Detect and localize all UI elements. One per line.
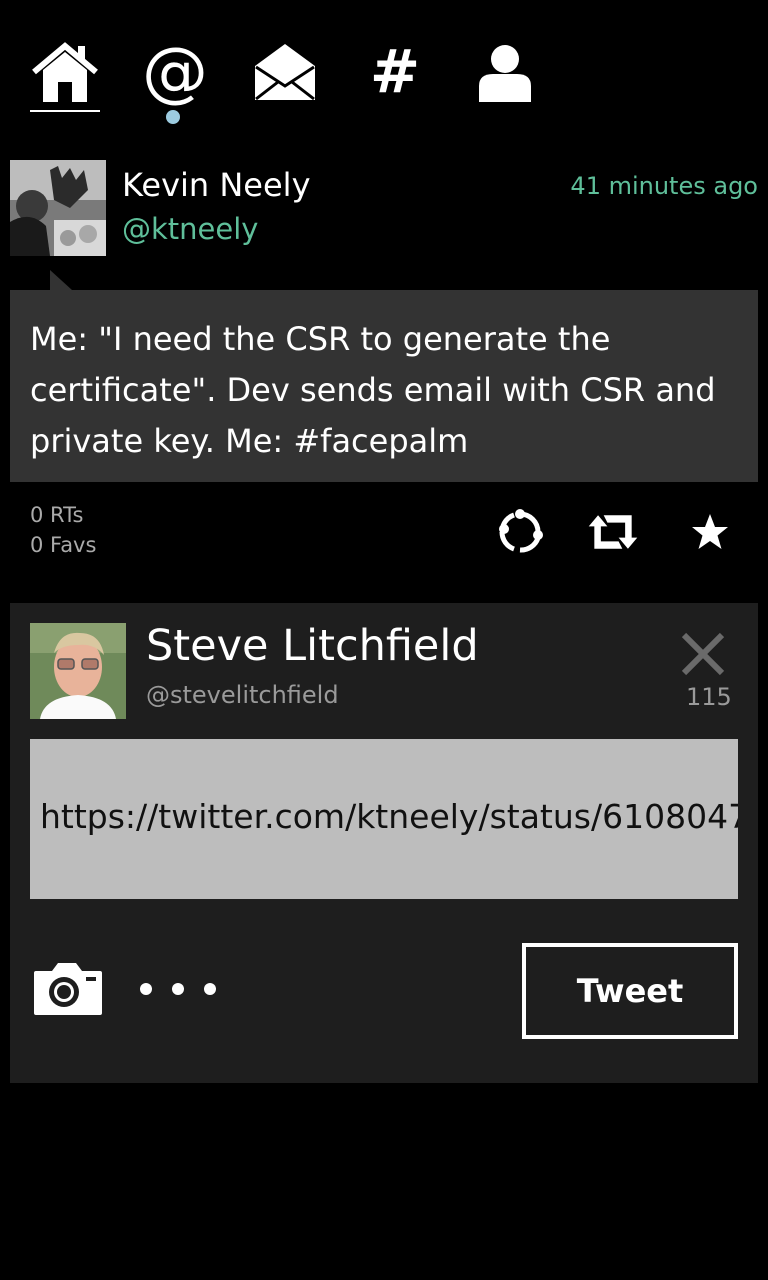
author-handle[interactable]: @ktneely xyxy=(122,212,258,246)
character-count: 115 xyxy=(686,683,732,711)
dot xyxy=(204,983,216,995)
camera-icon[interactable] xyxy=(32,961,104,1017)
dot xyxy=(140,983,152,995)
tweet-text: Me: "I need the CSR to generate the cert… xyxy=(30,320,716,460)
tweet-bubble: Me: "I need the CSR to generate the cert… xyxy=(10,290,758,482)
messages-icon[interactable] xyxy=(247,36,323,108)
tweet-timestamp: 41 minutes ago xyxy=(570,172,758,200)
unread-indicator xyxy=(166,110,180,124)
tweet-button[interactable]: Tweet xyxy=(522,943,738,1039)
close-icon[interactable] xyxy=(678,629,728,679)
reply-composer: Steve Litchfield @stevelitchfield 115 ht… xyxy=(10,603,758,1083)
composer-user-name: Steve Litchfield xyxy=(146,621,479,671)
top-navigation: @ # xyxy=(0,0,768,140)
mentions-icon[interactable]: @ xyxy=(137,36,213,108)
reply-conversation-icon[interactable] xyxy=(492,504,548,560)
favorite-star-icon[interactable] xyxy=(682,504,738,560)
tweet-stats: 0 RTs 0 Favs xyxy=(30,500,96,560)
tweet-input-value[interactable]: https://twitter.com/ktneely/status/61080… xyxy=(40,797,738,836)
tweet-text-input[interactable]: https://twitter.com/ktneely/status/61080… xyxy=(30,739,738,899)
retweet-count: 0 RTs xyxy=(30,503,84,527)
more-options-icon[interactable] xyxy=(140,975,216,1003)
author-avatar[interactable] xyxy=(10,160,106,256)
composer-avatar xyxy=(30,623,126,719)
dot xyxy=(172,983,184,995)
bubble-tail xyxy=(50,270,72,290)
home-icon[interactable] xyxy=(27,36,103,108)
active-tab-underline xyxy=(30,110,100,112)
favorite-count: 0 Favs xyxy=(30,533,97,557)
profile-icon[interactable] xyxy=(467,36,543,108)
hashtag-icon[interactable]: # xyxy=(357,36,433,108)
composer-user-handle: @stevelitchfield xyxy=(146,681,339,709)
author-name[interactable]: Kevin Neely xyxy=(122,166,311,204)
retweet-icon[interactable] xyxy=(585,504,641,560)
